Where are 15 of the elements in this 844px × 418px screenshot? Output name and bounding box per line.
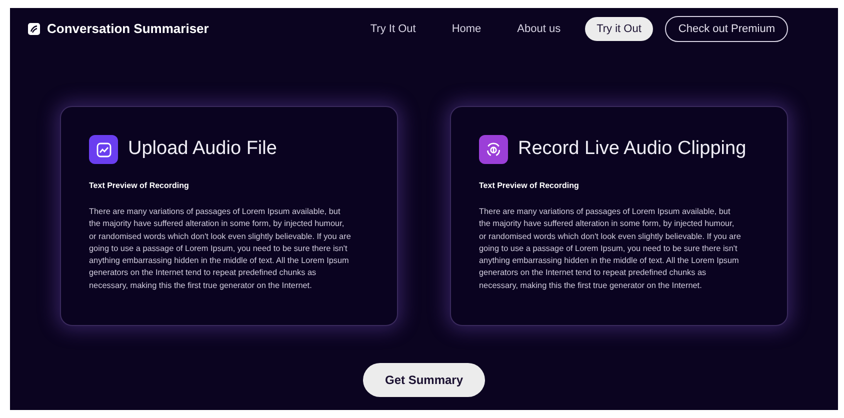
nav-link[interactable]: Check out Premium (665, 16, 788, 42)
brand-name: Conversation Summariser (47, 20, 209, 38)
nav-link[interactable]: Try It Out (358, 16, 428, 42)
card-paragraph: There are many variations of passages of Lorem Ipsum available, but the majority have suffered alteration in some form, by injected humour, or randomised words which don't look even slightly believable. If you are going to use a passage of Lorem Ipsum, you need to be sure there isn't anything embarrassing hidden in the middle of text. All the Lorem Ipsum generators on the Internet tend to repeat predefined chunks as necessary, making this the first true generator on the Internet. (479, 206, 741, 292)
get-summary-button[interactable]: Get Summary (363, 363, 485, 397)
card-subtitle: Text Preview of Recording (479, 180, 580, 192)
nav-link[interactable]: Try it Out (584, 16, 654, 42)
card-paragraph: There are many variations of passages of Lorem Ipsum available, but the majority have suffered alteration in some form, by injected humour, or randomised words which don't look even slightly believable. If you are going to use a passage of Lorem Ipsum, you need to be sure there isn't anything embarrassing hidden in the middle of text. All the Lorem Ipsum generators on the Internet tend to repeat predefined chunks as necessary, making this the first true generator on the Internet. (89, 206, 351, 292)
card-title: Record Live Audio Clipping (518, 137, 746, 162)
card-title: Upload Audio File (128, 137, 277, 162)
logo-icon (28, 23, 40, 35)
nav-link[interactable]: About us (505, 16, 573, 42)
card-subtitle: Text Preview of Recording (89, 180, 190, 192)
nav-link[interactable]: Home (440, 16, 494, 42)
chart-icon (89, 135, 118, 164)
